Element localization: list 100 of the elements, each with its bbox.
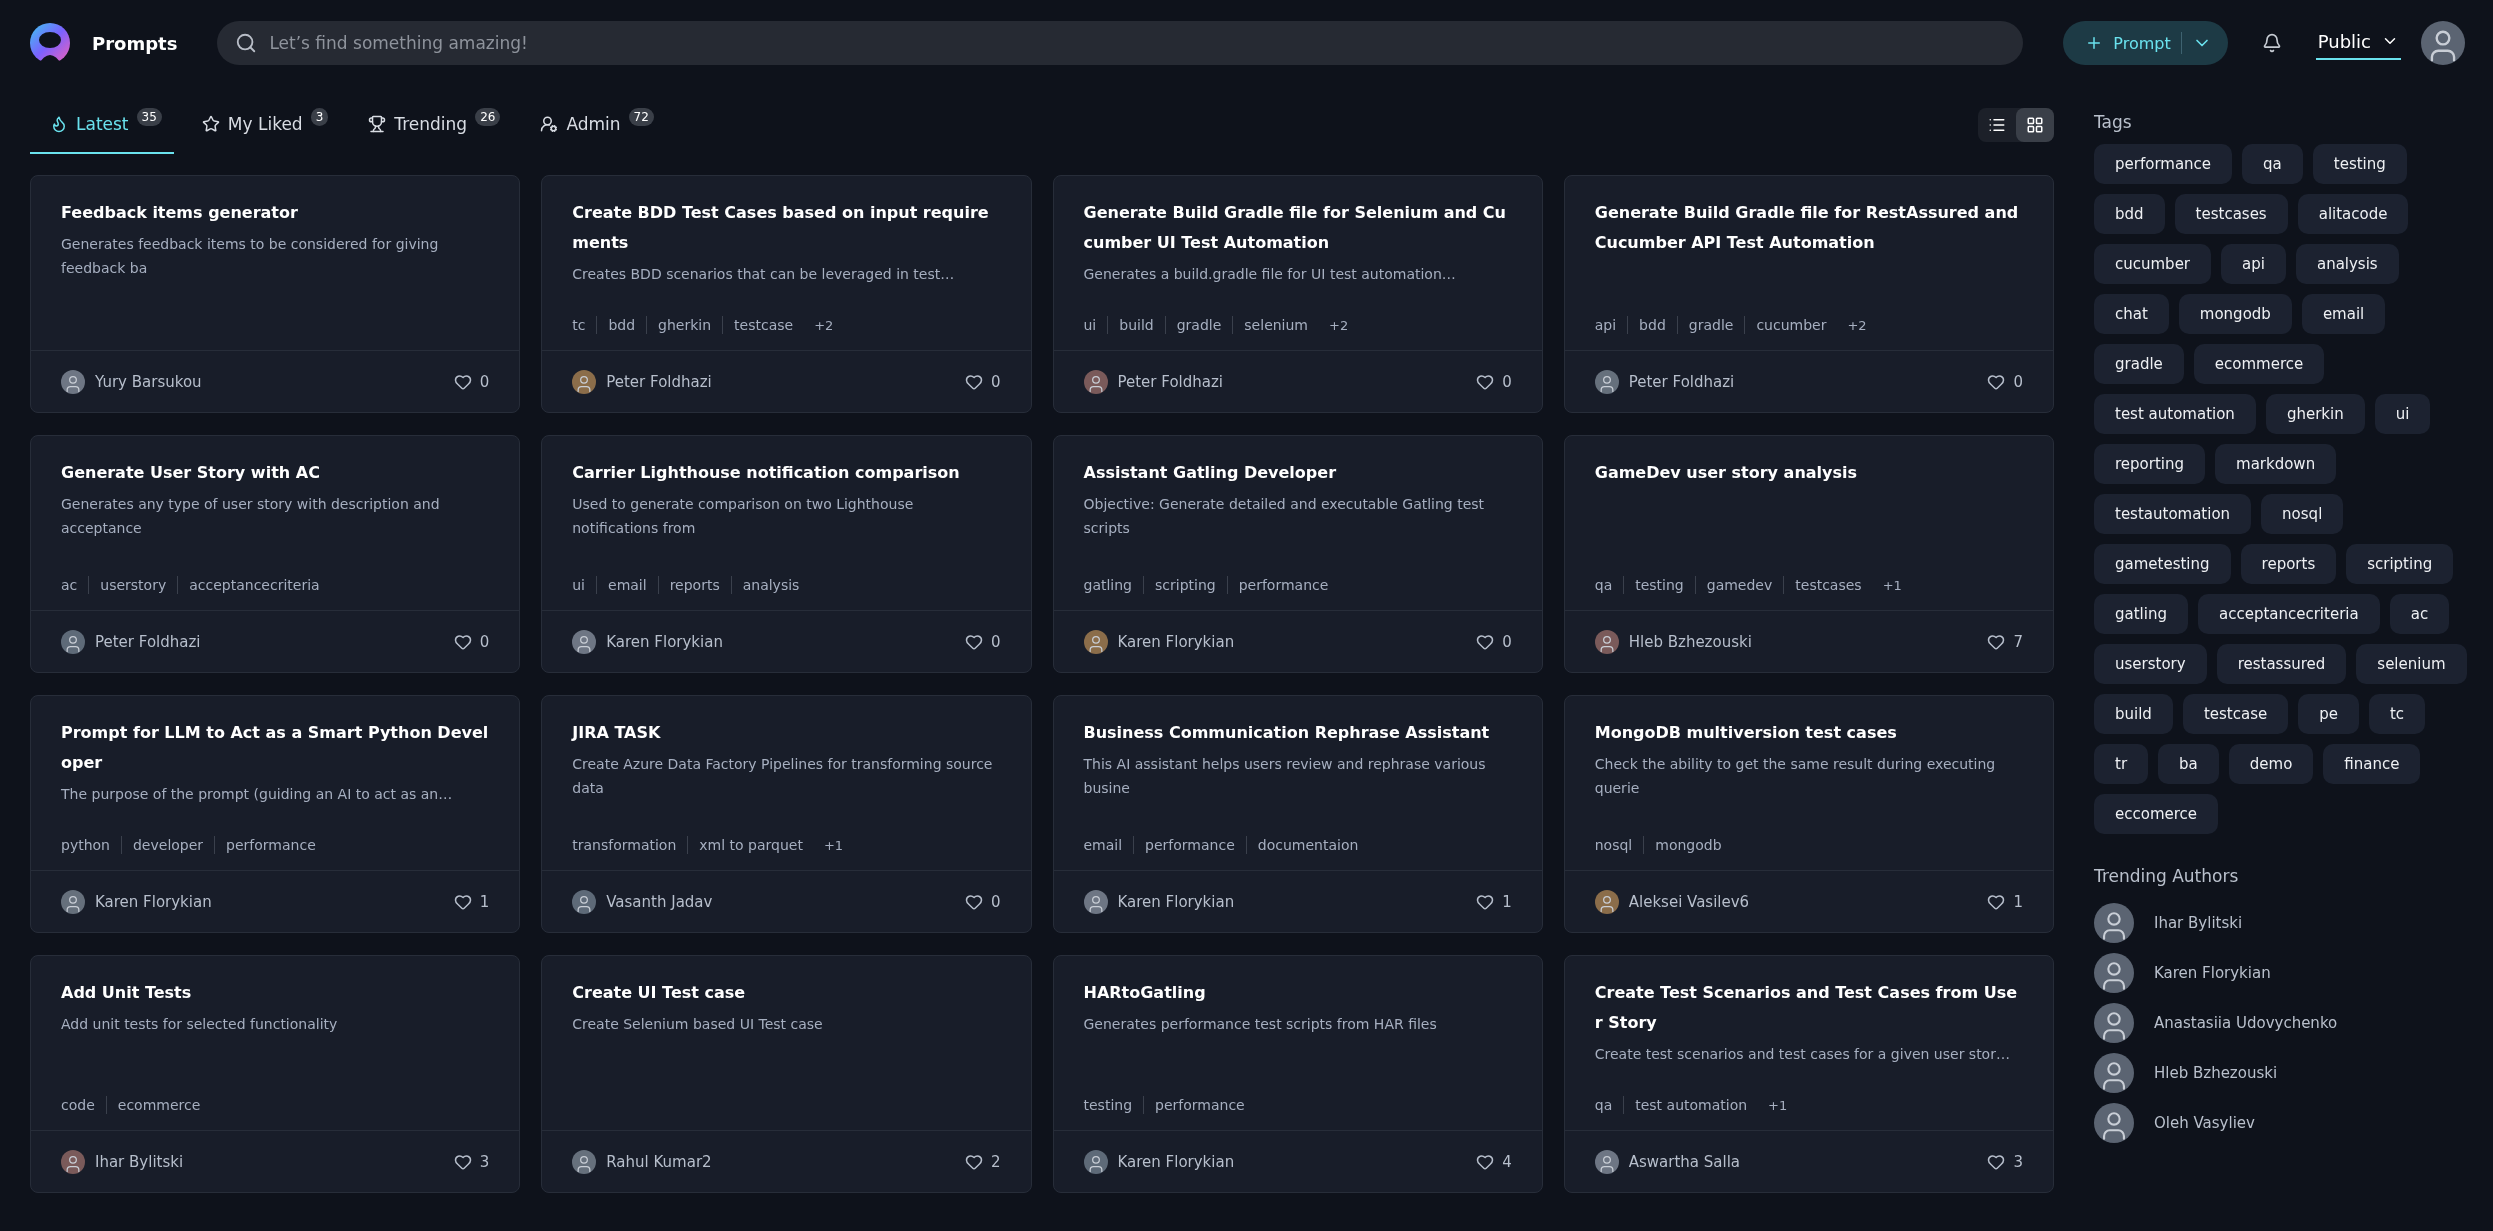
- tag-chip[interactable]: email: [2301, 294, 2386, 334]
- card-tag[interactable]: testing: [1623, 576, 1695, 594]
- author-name[interactable]: Anastasiia Udovychenko: [2154, 1014, 2338, 1032]
- tag-chip[interactable]: mongodb: [2178, 294, 2292, 334]
- heart-icon[interactable]: [1476, 892, 1495, 911]
- card-tag[interactable]: qa: [1594, 1096, 1624, 1114]
- tag-chip[interactable]: gherkin: [2265, 394, 2365, 434]
- card-tag[interactable]: performance: [214, 836, 327, 854]
- author-name[interactable]: Oleh Vasyliev: [2154, 1114, 2255, 1132]
- heart-icon[interactable]: [964, 1152, 983, 1171]
- prompt-card[interactable]: Generate Build Gradle file for RestAssured and Cucumber API Test Automation api bdd gradle cucumber +2 Peter Foldhazi 0: [1563, 175, 2054, 413]
- tag-chip[interactable]: ac: [2389, 594, 2450, 634]
- author-name[interactable]: Ihar Bylitski: [2154, 914, 2243, 932]
- author-name[interactable]: Vasanth Jadav: [606, 892, 713, 911]
- heart-icon[interactable]: [1987, 1152, 2006, 1171]
- prompt-card[interactable]: Create BDD Test Cases based on input requirements Creates BDD scenarios that can be leveraged in test… tc bdd gherkin testcase +2 Peter Foldhazi 0: [541, 175, 1032, 413]
- card-tag[interactable]: testcase: [722, 316, 805, 334]
- heart-icon[interactable]: [1476, 1152, 1495, 1171]
- tag-chip[interactable]: selenium: [2356, 644, 2467, 684]
- author-name[interactable]: Ihar Bylitski: [95, 1152, 184, 1171]
- visibility-dropdown[interactable]: Public: [2315, 26, 2401, 60]
- tag-chip[interactable]: analysis: [2295, 244, 2399, 284]
- tag-chip[interactable]: testcase: [2182, 694, 2289, 734]
- prompt-card[interactable]: Prompt for LLM to Act as a Smart Python Developer The purpose of the prompt (guiding an AI to act as an… python developer performance Karen Florykian 1: [30, 695, 521, 933]
- card-tag[interactable]: bdd: [1627, 316, 1677, 334]
- author-name[interactable]: Peter Foldhazi: [606, 372, 712, 391]
- more-tags-count[interactable]: +2: [1847, 317, 1867, 333]
- tag-chip[interactable]: cucumber: [2094, 244, 2212, 284]
- author-name[interactable]: Aswartha Salla: [1628, 1152, 1741, 1171]
- tab[interactable]: Admin 72: [520, 96, 666, 154]
- more-tags-count[interactable]: +2: [1329, 317, 1349, 333]
- author-name[interactable]: Peter Foldhazi: [1117, 372, 1223, 391]
- tag-chip[interactable]: reporting: [2094, 444, 2205, 484]
- card-tag[interactable]: testing: [1083, 1096, 1144, 1114]
- card-tag[interactable]: mongodb: [1643, 836, 1733, 854]
- card-tag[interactable]: reports: [657, 576, 731, 594]
- author-name[interactable]: Rahul Kumar2: [606, 1152, 712, 1171]
- tab[interactable]: Latest 35: [30, 96, 174, 154]
- prompt-card[interactable]: GameDev user story analysis qa testing gamedev testcases +1 Hleb Bzhezouski 7: [1563, 435, 2054, 673]
- author-name[interactable]: Hleb Bzhezouski: [2154, 1064, 2278, 1082]
- prompt-card[interactable]: MongoDB multiversion test cases Check the ability to get the same result during executing querie nosql mongodb Aleksei Vasilev6 1: [1563, 695, 2054, 933]
- heart-icon[interactable]: [453, 632, 472, 651]
- card-tag[interactable]: gradle: [1164, 316, 1233, 334]
- prompt-card[interactable]: Feedback items generator Generates feedback items to be considered for giving feedback ba Yury Barsukou 0: [30, 175, 521, 413]
- heart-icon[interactable]: [964, 892, 983, 911]
- card-tag[interactable]: transformation: [572, 836, 688, 854]
- card-tag[interactable]: gamedev: [1694, 576, 1784, 594]
- tag-chip[interactable]: performance: [2094, 144, 2233, 184]
- tag-chip[interactable]: gradle: [2094, 344, 2184, 384]
- card-tag[interactable]: performance: [1143, 1096, 1256, 1114]
- card-tag[interactable]: gradle: [1676, 316, 1745, 334]
- card-tag[interactable]: bdd: [596, 316, 647, 334]
- heart-icon[interactable]: [453, 1152, 472, 1171]
- tag-chip[interactable]: testautomation: [2094, 494, 2252, 534]
- tag-chip[interactable]: gatling: [2094, 594, 2188, 634]
- card-tag[interactable]: userstory: [88, 576, 178, 594]
- card-tag[interactable]: code: [61, 1096, 106, 1114]
- tag-chip[interactable]: ui: [2374, 394, 2431, 434]
- prompt-card[interactable]: Create UI Test case Create Selenium based UI Test case Rahul Kumar2 2: [541, 955, 1032, 1193]
- tag-chip[interactable]: api: [2221, 244, 2286, 284]
- card-tag[interactable]: analysis: [730, 576, 811, 594]
- tag-chip[interactable]: pe: [2298, 694, 2359, 734]
- card-tag[interactable]: cucumber: [1744, 316, 1838, 334]
- author-name[interactable]: Karen Florykian: [606, 632, 723, 651]
- new-prompt-button[interactable]: Prompt: [2063, 21, 2228, 65]
- card-tag[interactable]: ecommerce: [105, 1096, 212, 1114]
- tag-chip[interactable]: finance: [2323, 744, 2421, 784]
- tag-chip[interactable]: testing: [2312, 144, 2407, 184]
- tag-chip[interactable]: gametesting: [2094, 544, 2231, 584]
- heart-icon[interactable]: [964, 632, 983, 651]
- card-tag[interactable]: scripting: [1143, 576, 1227, 594]
- tag-chip[interactable]: reports: [2240, 544, 2337, 584]
- card-tag[interactable]: developer: [121, 836, 215, 854]
- card-tag[interactable]: email: [596, 576, 658, 594]
- card-tag[interactable]: qa: [1594, 576, 1624, 594]
- tag-chip[interactable]: alitacode: [2297, 194, 2409, 234]
- more-tags-count[interactable]: +1: [823, 837, 844, 853]
- heart-icon[interactable]: [964, 372, 983, 391]
- author-name[interactable]: Karen Florykian: [1117, 892, 1235, 911]
- author-name[interactable]: Hleb Bzhezouski: [1628, 632, 1752, 651]
- tag-chip[interactable]: tc: [2368, 694, 2426, 734]
- author-name[interactable]: Peter Foldhazi: [1628, 372, 1735, 391]
- search-field[interactable]: Let’s find something amazing!: [217, 21, 2024, 65]
- card-tag[interactable]: gatling: [1083, 576, 1143, 594]
- author-name[interactable]: Peter Foldhazi: [95, 632, 201, 651]
- tag-chip[interactable]: markdown: [2215, 444, 2337, 484]
- tag-chip[interactable]: demo: [2228, 744, 2314, 784]
- tab[interactable]: Trending 26: [348, 96, 513, 154]
- card-tag[interactable]: acceptancecriteria: [177, 576, 331, 594]
- prompt-card[interactable]: Add Unit Tests Add unit tests for selected functionality code ecommerce Ihar Bylitski 3: [30, 955, 521, 1193]
- tag-chip[interactable]: eccomerce: [2094, 794, 2219, 834]
- tag-chip[interactable]: nosql: [2261, 494, 2344, 534]
- heart-icon[interactable]: [1476, 632, 1495, 651]
- card-tag[interactable]: xml to parquet: [687, 836, 814, 854]
- tag-chip[interactable]: qa: [2242, 144, 2303, 184]
- more-tags-count[interactable]: +1: [1768, 1097, 1788, 1113]
- prompt-card[interactable]: Business Communication Rephrase Assistant This AI assistant helps users review and rephrase various busine email performance documentaion Karen Florykian 1: [1052, 695, 1543, 933]
- card-tag[interactable]: api: [1594, 316, 1628, 334]
- card-tag[interactable]: performance: [1226, 576, 1340, 594]
- tag-chip[interactable]: build: [2094, 694, 2173, 734]
